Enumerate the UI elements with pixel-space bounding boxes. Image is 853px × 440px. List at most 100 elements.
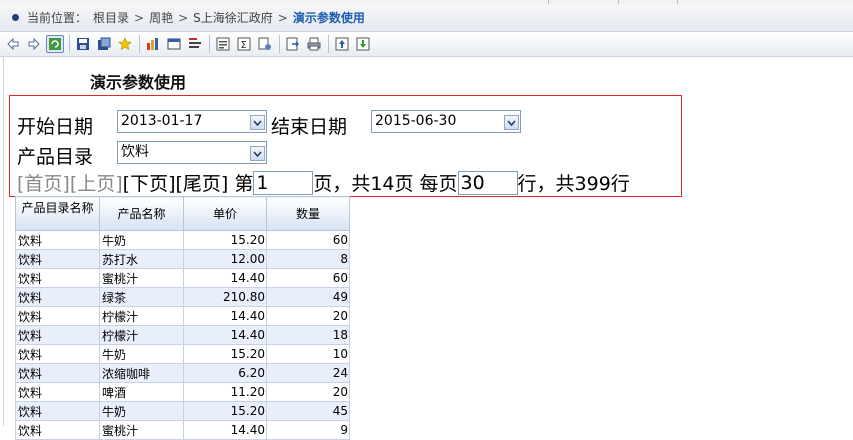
filter-icon[interactable] [186,35,204,53]
upload-icon[interactable] [333,35,351,53]
back-icon[interactable] [4,35,22,53]
window-icon[interactable] [165,35,183,53]
forward-icon[interactable] [25,35,43,53]
cell-category: 饮料 [15,344,100,364]
table-row: 饮料 蜜桃汁 14.40 60 [15,268,350,288]
cell-category: 饮料 [15,325,100,345]
breadcrumb-separator: > [277,10,288,25]
save-as-icon[interactable] [95,35,113,53]
cell-quantity: 9 [266,420,350,440]
svg-text:Σ: Σ [241,40,247,51]
chevron-down-icon[interactable] [250,115,265,130]
bullet-icon [12,14,19,21]
last-page-link[interactable]: [尾页] [175,169,228,196]
breadcrumb-item-user[interactable]: 周艳 [149,9,173,26]
cell-category: 饮料 [15,287,100,307]
download-icon[interactable] [354,35,372,53]
cell-product: 柠檬汁 [99,325,184,345]
column-header-price[interactable]: 单价 [183,196,267,231]
rows-suffix: 行，共399行 [517,173,630,195]
table-row: 饮料 绿茶 210.80 49 [15,287,350,307]
chart-icon[interactable] [144,35,162,53]
cell-price: 14.40 [183,268,267,288]
breadcrumb-item-root[interactable]: 根目录 [93,9,129,26]
table-row: 饮料 浓缩咖啡 6.20 24 [15,363,350,383]
chevron-down-icon[interactable] [504,115,519,130]
end-date-select[interactable]: 2015-06-30 [371,110,521,133]
cell-category: 饮料 [15,420,100,440]
next-page-link[interactable]: [下页] [123,169,176,196]
report-title: 演示参数使用 [90,73,187,92]
table-row: 饮料 柠檬汁 14.40 20 [15,306,350,326]
cell-category: 饮料 [15,249,100,269]
table-header-row: 产品目录名称 产品名称 单价 数量 [15,196,350,231]
chevron-down-icon[interactable] [250,146,265,161]
cell-category: 饮料 [15,401,100,421]
page-number-input[interactable] [253,170,314,195]
breadcrumb: 当前位置： 根目录 > 周艳 > S上海徐汇政府 > 演示参数使用 [0,4,853,32]
cell-quantity: 10 [266,344,350,364]
cell-price: 12.00 [183,249,267,269]
refresh-icon[interactable] [46,35,64,53]
cell-price: 14.40 [183,306,267,326]
breadcrumb-separator: > [178,10,189,25]
cell-price: 14.40 [183,420,267,440]
export-icon[interactable] [284,35,302,53]
cell-price: 15.20 [183,344,267,364]
print-icon[interactable] [305,35,323,53]
cell-product: 牛奶 [99,401,184,421]
cell-quantity: 20 [266,382,350,402]
toolbar: Σ [0,32,853,57]
page-prefix: 第 [234,173,254,195]
cell-product: 牛奶 [99,344,184,364]
end-date-label: 结束日期 [271,116,348,138]
column-header-category[interactable]: 产品目录名称 [15,196,100,231]
rows-per-page-input[interactable] [457,170,518,195]
category-select[interactable]: 饮料 [117,141,267,164]
cell-category: 饮料 [15,363,100,383]
save-icon[interactable] [74,35,92,53]
start-date-select[interactable]: 2013-01-17 [117,110,267,133]
page-suffix: 页，共14页 每页 [313,173,458,195]
cell-price: 15.20 [183,401,267,421]
left-frame-border [3,57,4,426]
cell-product: 柠檬汁 [99,306,184,326]
breadcrumb-current: 演示参数使用 [292,11,365,25]
cell-quantity: 45 [266,401,350,421]
column-header-quantity[interactable]: 数量 [266,196,350,231]
params-icon[interactable] [214,35,232,53]
cell-quantity: 18 [266,325,350,345]
breadcrumb-separator: > [134,10,145,25]
cell-product: 苏打水 [99,249,184,269]
table-row: 饮料 啤酒 11.20 20 [15,382,350,402]
column-header-product[interactable]: 产品名称 [99,196,184,231]
end-date-value: 2015-06-30 [375,113,457,129]
cell-quantity: 49 [266,287,350,307]
favorite-star-icon[interactable] [116,35,134,53]
cell-product: 绿茶 [99,287,184,307]
table-row: 饮料 蜜桃汁 14.40 9 [15,420,350,440]
table-row: 饮料 牛奶 15.20 10 [15,344,350,364]
cell-price: 210.80 [183,287,267,307]
cell-product: 蜜桃汁 [99,420,184,440]
cell-quantity: 20 [266,306,350,326]
breadcrumb-item-org[interactable]: S上海徐汇政府 [193,9,273,26]
cell-category: 饮料 [15,230,100,250]
cell-price: 14.40 [183,325,267,345]
cell-quantity: 8 [266,249,350,269]
table-row: 饮料 苏打水 12.00 8 [15,249,350,269]
pager: [首页] [上页] [下页] [尾页] 第 页，共14页 每页 行，共399行 [17,169,630,196]
cell-price: 6.20 [183,363,267,383]
table-row: 饮料 牛奶 15.20 60 [15,230,350,250]
settings-icon[interactable] [256,35,274,53]
cell-quantity: 24 [266,363,350,383]
cell-category: 饮料 [15,306,100,326]
table-row: 饮料 牛奶 15.20 45 [15,401,350,421]
breadcrumb-prefix: 当前位置： [27,11,88,25]
cell-quantity: 60 [266,230,350,250]
category-value: 饮料 [121,144,149,160]
cell-product: 浓缩咖啡 [99,363,184,383]
start-date-label: 开始日期 [17,116,94,138]
cell-price: 15.20 [183,230,267,250]
sigma-icon[interactable]: Σ [235,35,253,53]
